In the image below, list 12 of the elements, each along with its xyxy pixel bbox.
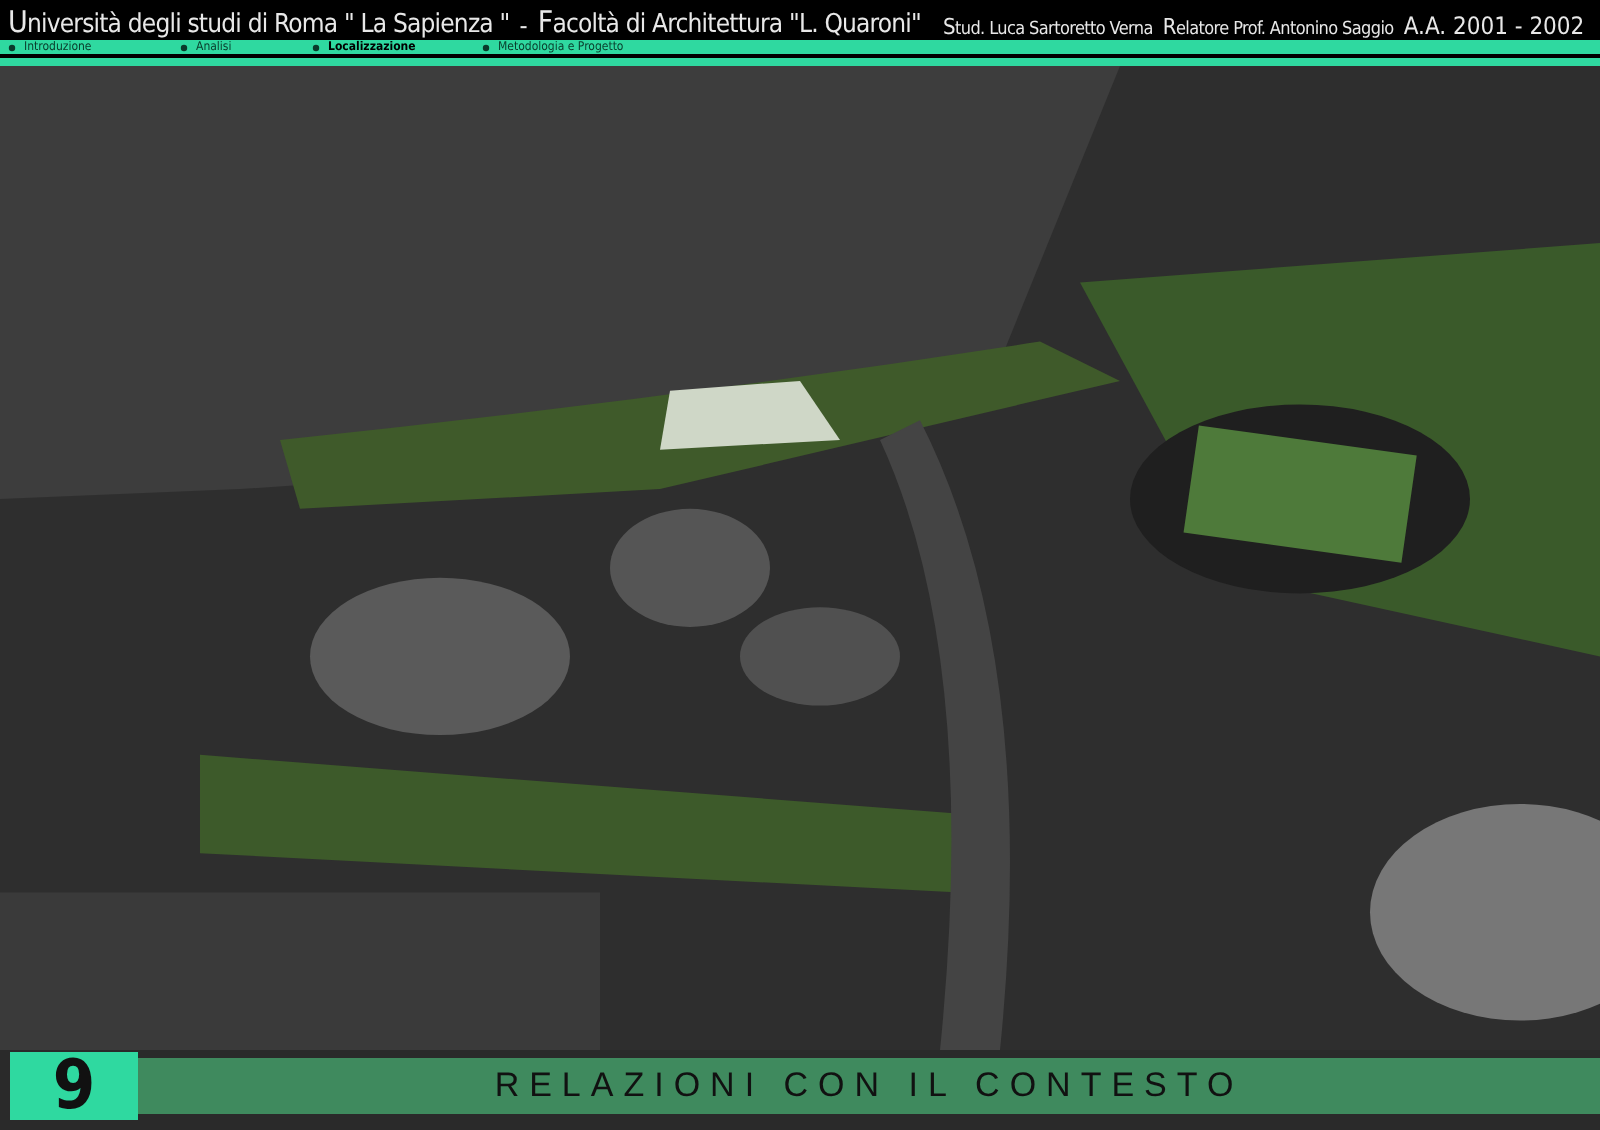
bullet-icon — [180, 43, 188, 51]
section-title: RELAZIONI CON IL CONTESTO — [138, 1058, 1600, 1114]
supervisor-name: Relatore Prof. Antonino Saggio — [1162, 14, 1394, 40]
university-name: Università degli studi di Roma " La Sapienza " — [8, 4, 510, 40]
academic-year: A.A. 2001 - 2002 — [1403, 12, 1585, 40]
faculty-name: Facoltà di Architettura "L. Quaroni" — [537, 4, 922, 40]
separator-text: - — [519, 10, 528, 40]
bullet-icon — [312, 43, 320, 51]
bullet-icon — [482, 43, 490, 51]
bullet-icon — [8, 43, 16, 51]
page-number: 9 — [10, 1052, 138, 1120]
student-name: Stud. Luca Sartoretto Verna — [943, 14, 1153, 40]
